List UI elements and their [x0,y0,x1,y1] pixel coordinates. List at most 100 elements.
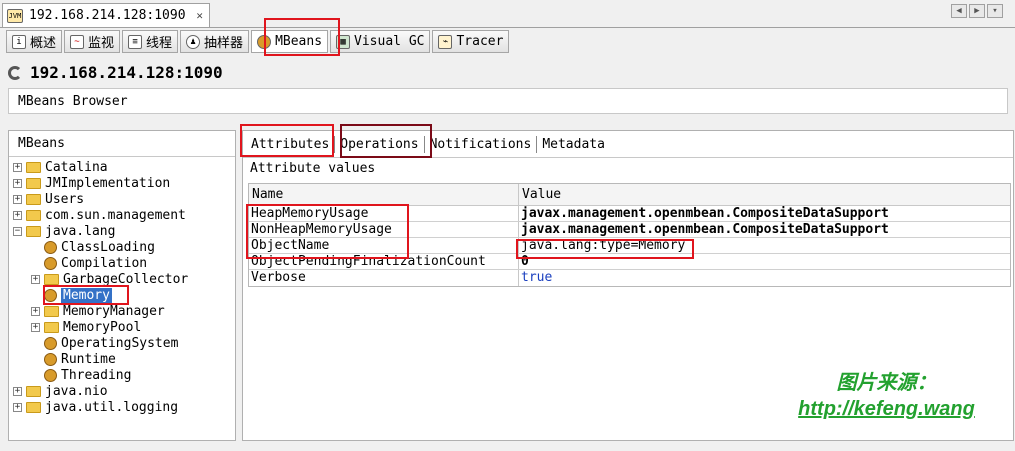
tab-divider [0,27,1015,28]
tree-node[interactable]: − java.lang [13,223,115,239]
window-tab[interactable]: JVM 192.168.214.128:1090 ✕ [2,3,210,27]
tree-node-label: Compilation [61,255,148,271]
folder-icon [26,225,41,237]
highlight-operations-tab [340,124,432,158]
overview-icon: i [12,34,26,49]
tab-visualgc[interactable]: ▦ Visual GC [330,30,431,53]
mbean-icon [44,240,57,254]
nav-menu-icon[interactable]: ▾ [987,4,1003,18]
expand-icon[interactable]: + [13,402,22,412]
tree-node[interactable]: + java.util.logging [13,399,178,415]
threads-icon: ≡ [128,34,143,49]
tab-tracer[interactable]: ⌁ Tracer [432,30,510,53]
tab-label: Visual GC [354,34,425,49]
mbean-icon [44,368,57,382]
tree-node-label: java.util.logging [45,399,179,415]
tree-node[interactable]: + MemoryPool [31,319,141,335]
tree-node[interactable]: + Catalina [13,159,108,175]
mbean-icon [44,352,57,366]
host-title: 192.168.214.128:1090 [30,63,223,82]
highlight-attribute-names [246,204,409,259]
tree-node[interactable]: + java.nio [13,383,108,399]
expand-icon[interactable]: + [13,210,22,220]
attr-value: javax.management.openmbean.CompositeData… [521,206,889,221]
expand-icon[interactable]: + [31,274,40,284]
close-icon[interactable]: ✕ [196,9,203,22]
tree-node-label: Runtime [61,351,116,367]
expand-icon[interactable]: + [13,386,22,396]
column-value-header[interactable]: Value [519,184,1010,205]
monitor-icon: ~ [70,34,85,49]
tree-node[interactable]: + com.sun.management [13,207,186,223]
tree-node[interactable]: + Users [13,191,84,207]
folder-icon [26,401,41,413]
highlight-mbeans-tab [264,18,340,56]
attr-value: javax.management.openmbean.CompositeData… [521,222,889,237]
tree-node[interactable]: + JMImplementation [13,175,170,191]
tab-metadata[interactable]: Metadata [537,136,610,153]
tab-sampler[interactable]: ♟ 抽样器 [180,30,250,53]
tree-node-label: Catalina [45,159,108,175]
expand-icon[interactable]: + [13,178,22,188]
column-name-header[interactable]: Name [249,184,519,205]
tab-label: 监视 [88,36,115,51]
folder-icon [26,209,41,221]
nav-prev-icon[interactable]: ◀ [951,4,967,18]
expand-icon[interactable]: + [13,194,22,204]
tree-node-label: java.nio [45,383,108,399]
tree-node-label: OperatingSystem [61,335,179,351]
highlight-objectname-value [516,239,694,259]
folder-icon [44,305,59,317]
tree-node[interactable]: Compilation [31,255,147,271]
nav-next-icon[interactable]: ▶ [969,4,985,18]
table-header: Name Value [249,184,1010,206]
tree-node[interactable]: OperatingSystem [31,335,178,351]
tree-node-label: ClassLoading [61,239,155,255]
table-row[interactable]: Verbose true [249,270,1010,286]
jvm-icon: JVM [7,8,23,23]
tree-node[interactable]: ClassLoading [31,239,155,255]
folder-icon [44,273,59,285]
mbean-icon [44,256,57,270]
tracer-icon: ⌁ [438,34,453,49]
tree-node[interactable]: + MemoryManager [31,303,165,319]
folder-icon [26,161,41,173]
folder-icon [26,385,41,397]
tab-threads[interactable]: ≡ 线程 [122,30,179,53]
loading-spinner-icon [8,65,22,80]
tab-monitor[interactable]: ~ 监视 [64,30,121,53]
tree-node-label: java.lang [45,223,116,239]
source-watermark: 图片来源： http://kefeng.wang [775,367,998,426]
folder-icon [26,193,41,205]
tree-node-label: Users [45,191,85,207]
attribute-values-label: Attribute values [250,161,376,176]
attr-name: Verbose [249,270,519,286]
tree-node-label: MemoryManager [63,303,165,319]
tree-header: MBeans [9,131,235,157]
attr-value: true [521,270,553,285]
tree-node[interactable]: Runtime [31,351,116,367]
tree-node-label: JMImplementation [45,175,171,191]
tab-overview[interactable]: i 概述 [6,30,63,53]
tab-label: 抽样器 [204,36,244,51]
folder-icon [26,177,41,189]
watermark-line2: http://kefeng.wang [798,398,975,420]
expand-icon[interactable]: + [13,162,22,172]
tree-node-label: Threading [61,367,132,383]
sampler-icon: ♟ [186,34,201,49]
tab-label: 线程 [146,36,173,51]
tree-node-label: com.sun.management [45,207,186,223]
browser-title: MBeans Browser [18,94,128,109]
tree-node[interactable]: Threading [31,367,131,383]
folder-icon [44,321,59,333]
expand-icon[interactable]: + [31,306,40,316]
tab-label: Tracer [456,34,504,49]
watermark-line1: 图片来源： [836,372,937,394]
window-tab-title: 192.168.214.128:1090 [29,8,186,23]
highlight-memory-node [43,285,129,305]
expand-icon[interactable]: + [31,322,40,332]
mbean-icon [44,336,57,350]
collapse-icon[interactable]: − [13,226,22,236]
tab-label: 概述 [30,36,57,51]
tab-notifications[interactable]: Notifications [425,135,538,153]
